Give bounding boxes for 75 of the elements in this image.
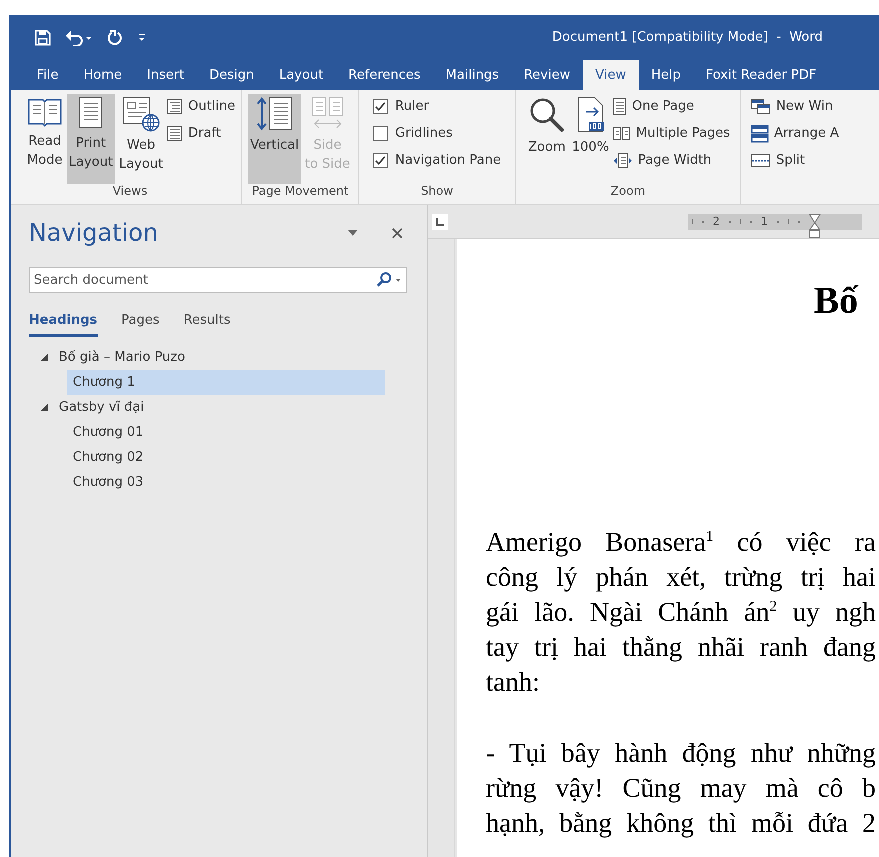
check-icon — [375, 155, 386, 166]
ribbon-tab[interactable]: Layout — [267, 60, 337, 90]
zoom-page-icon — [576, 96, 606, 134]
ribbon-tab[interactable]: Foxit Reader PDF — [694, 60, 830, 90]
checkbox[interactable]: Navigation Pane — [369, 150, 506, 171]
vertical-scroll-icon — [254, 96, 295, 132]
text-line: Amerigo Bonasera$^{1}$ có việc ra — [486, 526, 876, 559]
group-label: Page Movement — [251, 184, 350, 200]
text-line: tanh: — [486, 666, 541, 699]
ribbon-button[interactable]: Split — [751, 150, 840, 171]
ribbon-button[interactable]: Zoom — [526, 94, 568, 184]
ribbon-button[interactable]: Read Mode — [25, 94, 65, 184]
ribbon-button[interactable]: One Page — [613, 96, 730, 117]
page-icon — [77, 96, 106, 130]
heading-item[interactable]: Chương 02 — [67, 445, 385, 470]
heading-item[interactable]: Chương 01 — [67, 420, 385, 445]
ribbon-tab[interactable]: Design — [197, 60, 268, 90]
windows-icon — [751, 98, 772, 114]
page-icon — [613, 98, 628, 116]
group-label: Views — [112, 184, 149, 200]
split-icon — [751, 154, 772, 168]
document-title: Bố — [813, 279, 860, 323]
ribbon-tab[interactable]: View — [583, 60, 640, 90]
ribbon-button[interactable]: Vertical — [248, 94, 302, 184]
customize-icon[interactable] — [137, 32, 147, 42]
ribbon-button[interactable]: New Win — [751, 96, 840, 117]
ribbon-button[interactable]: Print Layout — [67, 94, 116, 184]
outline-icon — [167, 98, 184, 114]
draft-icon — [167, 126, 184, 142]
web-page-icon — [122, 96, 160, 132]
ribbon-tab[interactable]: References — [336, 60, 434, 90]
undo-icon[interactable] — [65, 30, 93, 46]
ribbon-button[interactable]: Multiple Pages — [613, 123, 730, 144]
tab-stop-icon[interactable] — [432, 214, 448, 230]
ribbon-button[interactable]: 100% — [570, 94, 612, 184]
checkbox[interactable]: Gridlines — [369, 123, 506, 144]
window-title: Document1 [Compatibility Mode] - Word — [552, 30, 823, 45]
ribbon-button[interactable]: Page Width — [613, 150, 730, 171]
text-line: công lý phán xét, trừng trị hai — [486, 561, 876, 594]
heading-item[interactable]: Gatsby vĩ đại — [59, 395, 150, 420]
text-line: - Tụi bây hành động như những — [486, 737, 876, 770]
text-line: gái lão. Ngài Chánh án$^{2}$ uy ngh — [486, 596, 876, 629]
ribbon-button[interactable]: Draft — [167, 123, 236, 144]
ribbon-tab[interactable]: Insert — [135, 60, 198, 90]
page-width-icon — [613, 152, 634, 168]
ribbon-tab[interactable]: Mailings — [434, 60, 512, 90]
magnifier-icon — [528, 96, 566, 134]
arrange-icon — [751, 124, 770, 142]
heading-item[interactable]: Bố già – Mario Puzo — [59, 345, 192, 370]
pane-tab[interactable]: Pages — [122, 313, 160, 337]
heading-item[interactable]: Chương 03 — [67, 470, 385, 495]
ribbon-tab[interactable]: Help — [639, 60, 694, 90]
pages-icon — [613, 126, 632, 142]
group-label: Zoom — [610, 184, 647, 200]
pane-title: Navigation — [29, 219, 158, 247]
text-line: tay trị hai thằng nhãi ranh đang — [486, 631, 876, 664]
save-icon[interactable] — [35, 30, 51, 46]
pane-tab[interactable]: Headings — [29, 313, 98, 337]
search-icon[interactable] — [376, 272, 402, 288]
text-line: rừng vậy! Cũng may mà cô b — [486, 772, 876, 805]
ribbon-tab[interactable]: Home — [72, 60, 136, 90]
ribbon-button[interactable]: Arrange A — [751, 123, 840, 144]
group-label: Show — [420, 184, 454, 200]
check-icon — [375, 101, 386, 112]
search-field[interactable]: Search document — [29, 267, 407, 293]
text-line: hạnh, bằng không thì mỗi đứa 2 — [486, 807, 876, 840]
indent-marker-icon[interactable] — [809, 214, 821, 240]
checkbox[interactable]: Ruler — [369, 96, 506, 117]
ribbon-button[interactable]: Outline — [167, 96, 236, 117]
ribbon-button[interactable]: Web Layout — [117, 94, 166, 184]
pane-tab[interactable]: Results — [184, 313, 231, 337]
ribbon-tab[interactable]: Review — [512, 60, 584, 90]
ribbon-tab[interactable]: File — [25, 60, 72, 90]
heading-item[interactable]: Chương 1 — [67, 370, 385, 395]
redo-icon[interactable] — [107, 30, 123, 46]
